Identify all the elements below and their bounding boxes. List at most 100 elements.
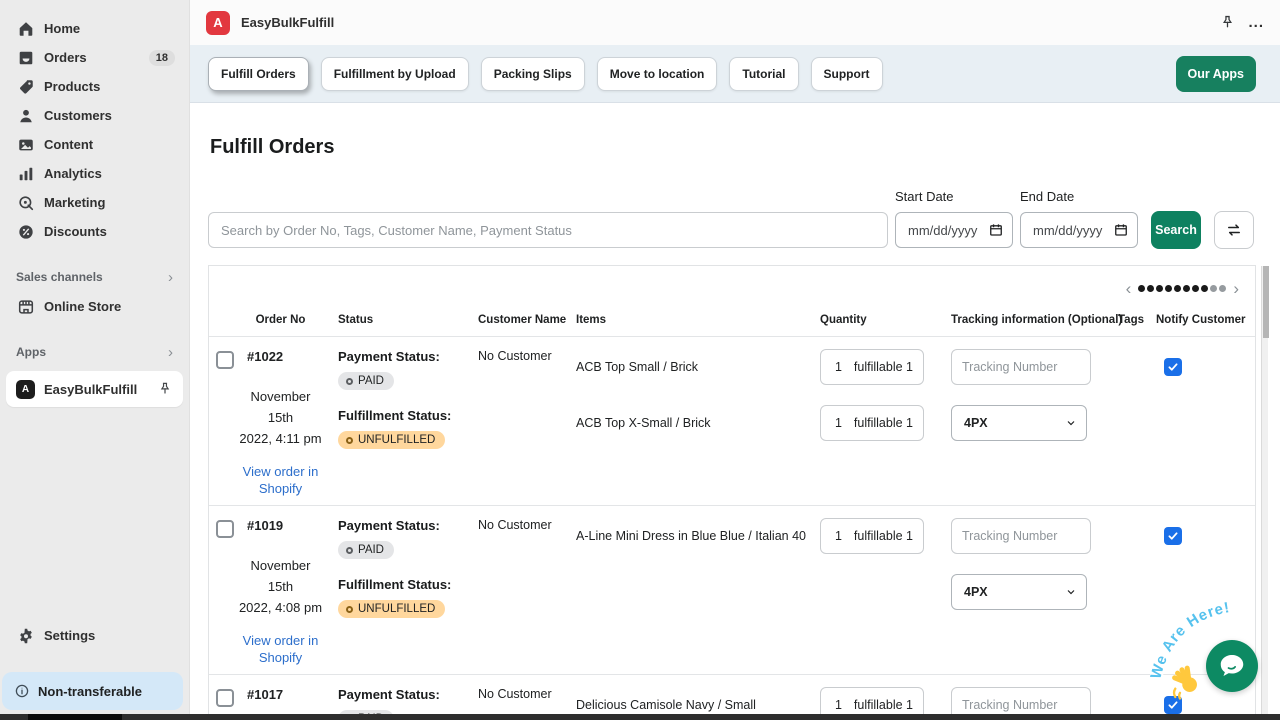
order-number: #1019 — [238, 518, 323, 533]
scrollbar-thumb[interactable] — [1263, 266, 1269, 338]
item-name: ACB Top Small / Brick — [576, 349, 798, 385]
carrier-select[interactable]: 4PX — [951, 574, 1087, 610]
badge-dot-icon — [346, 378, 353, 385]
tracking-number-input[interactable]: Tracking Number — [951, 518, 1091, 554]
sidebar-item-customers[interactable]: Customers — [0, 101, 189, 130]
tab-packing-slips[interactable]: Packing Slips — [481, 57, 585, 91]
item-name: ACB Top X-Small / Brick — [576, 405, 798, 441]
sidebar-item-online-store[interactable]: Online Store — [0, 292, 189, 321]
our-apps-button[interactable]: Our Apps — [1176, 56, 1256, 92]
pin-icon[interactable] — [1219, 14, 1236, 31]
tags-cell — [1111, 518, 1151, 666]
non-transferable-banner[interactable]: Non-transferable — [2, 672, 183, 710]
notify-customer-checkbox[interactable] — [1164, 527, 1182, 545]
sidebar-item-label: Analytics — [44, 166, 175, 181]
row-select-checkbox[interactable] — [216, 689, 234, 707]
fulfillment-status-label: Fulfillment Status: — [338, 577, 458, 592]
scrollbar-thumb[interactable] — [28, 714, 122, 720]
apps-header[interactable]: Apps › — [0, 341, 189, 363]
sidebar-item-products[interactable]: Products — [0, 72, 189, 101]
start-date-input[interactable]: mm/dd/yyyy — [895, 212, 1013, 248]
app-topbar: A EasyBulkFulfill ... — [190, 0, 1280, 45]
col-tags: Tags — [1111, 314, 1151, 326]
payment-status-badge: PAID — [338, 541, 394, 559]
row-select-checkbox[interactable] — [216, 351, 234, 369]
sidebar-item-marketing[interactable]: Marketing — [0, 188, 189, 217]
quantity-input[interactable]: 1fulfillable 1 — [820, 349, 924, 385]
page-title: Fulfill Orders — [210, 136, 334, 159]
discount-icon — [16, 222, 35, 241]
quantity-input[interactable]: 1fulfillable 1 — [820, 405, 924, 441]
refresh-button[interactable] — [1214, 211, 1254, 249]
calendar-icon[interactable] — [1114, 223, 1128, 237]
shopify-sidebar: Home Orders 18 Products Customers Conten… — [0, 0, 190, 720]
view-order-link[interactable]: View order in Shopify — [238, 463, 323, 497]
sidebar-item-label: Products — [44, 79, 175, 94]
search-button[interactable]: Search — [1151, 211, 1201, 249]
store-icon — [16, 297, 35, 316]
chat-widget-button[interactable] — [1206, 640, 1258, 692]
start-date-label: Start Date — [895, 189, 954, 204]
sidebar-item-orders[interactable]: Orders 18 — [0, 43, 189, 72]
pagination-prev-icon[interactable]: ‹ — [1124, 280, 1134, 297]
payment-status-label: Payment Status: — [338, 518, 458, 533]
easybulkfulfill-logo: A — [206, 11, 230, 35]
chevron-down-icon — [1065, 586, 1077, 598]
app-tabbar: Fulfill Orders Fulfillment by Upload Pac… — [190, 45, 1280, 103]
carrier-select[interactable]: 4PX — [951, 405, 1087, 441]
chevron-right-icon: › — [168, 270, 173, 285]
sidebar-item-analytics[interactable]: Analytics — [0, 159, 189, 188]
order-date: November 15th2022, 4:11 pm — [238, 386, 323, 449]
sidebar-item-home[interactable]: Home — [0, 14, 189, 43]
notify-customer-checkbox[interactable] — [1164, 696, 1182, 714]
notify-customer-checkbox[interactable] — [1164, 358, 1182, 376]
tab-fulfillment-by-upload[interactable]: Fulfillment by Upload — [321, 57, 469, 91]
tracking-number-input[interactable]: Tracking Number — [951, 349, 1091, 385]
quantity-input[interactable]: 1fulfillable 1 — [820, 518, 924, 554]
sidebar-item-easybulkfulfill[interactable]: A EasyBulkFulfill — [6, 371, 183, 407]
col-tracking: Tracking information (Optional) — [926, 314, 1111, 326]
sales-channels-header[interactable]: Sales channels › — [0, 266, 189, 288]
more-menu-icon[interactable]: ... — [1248, 14, 1264, 31]
sidebar-item-discounts[interactable]: Discounts — [0, 217, 189, 246]
fulfillment-status-badge: UNFULFILLED — [338, 431, 445, 449]
tab-move-to-location[interactable]: Move to location — [597, 57, 718, 91]
view-order-link[interactable]: View order in Shopify — [238, 632, 323, 666]
pin-icon[interactable] — [157, 381, 173, 397]
tag-icon — [16, 77, 35, 96]
bar-chart-icon — [16, 164, 35, 183]
chat-bubble-icon — [1217, 651, 1247, 681]
end-date-input[interactable]: mm/dd/yyyy — [1020, 212, 1138, 248]
sidebar-item-content[interactable]: Content — [0, 130, 189, 159]
gear-icon — [16, 626, 35, 645]
table-row: #1022 November 15th2022, 4:11 pm View or… — [209, 337, 1255, 506]
chevron-down-icon — [1065, 417, 1077, 429]
row-select-checkbox[interactable] — [216, 520, 234, 538]
tags-cell — [1111, 349, 1151, 497]
pagination-dots[interactable] — [1137, 279, 1227, 297]
pagination-next-icon[interactable]: › — [1231, 280, 1241, 297]
tab-tutorial[interactable]: Tutorial — [729, 57, 798, 91]
vertical-scrollbar[interactable] — [1261, 266, 1268, 714]
sidebar-item-label: Marketing — [44, 195, 175, 210]
orders-count-badge: 18 — [149, 50, 175, 66]
order-number: #1017 — [238, 687, 323, 702]
badge-dot-icon — [346, 547, 353, 554]
orders-icon — [16, 48, 35, 67]
tab-support[interactable]: Support — [811, 57, 883, 91]
fulfillment-status-label: Fulfillment Status: — [338, 408, 458, 423]
sidebar-item-label: Discounts — [44, 224, 175, 239]
payment-status-label: Payment Status: — [338, 687, 458, 702]
fulfillment-status-badge: UNFULFILLED — [338, 600, 445, 618]
item-name: A-Line Mini Dress in Blue Blue / Italian… — [576, 518, 798, 554]
sidebar-item-label: Content — [44, 137, 175, 152]
horizontal-scrollbar[interactable] — [0, 714, 1280, 720]
target-icon — [16, 193, 35, 212]
person-icon — [16, 106, 35, 125]
table-header: Order No Status Customer Name Items Quan… — [209, 310, 1255, 337]
search-input[interactable] — [208, 212, 888, 248]
tab-fulfill-orders[interactable]: Fulfill Orders — [208, 57, 309, 91]
sidebar-item-settings[interactable]: Settings — [0, 621, 189, 650]
customer-name: No Customer — [458, 518, 558, 666]
calendar-icon[interactable] — [989, 223, 1003, 237]
